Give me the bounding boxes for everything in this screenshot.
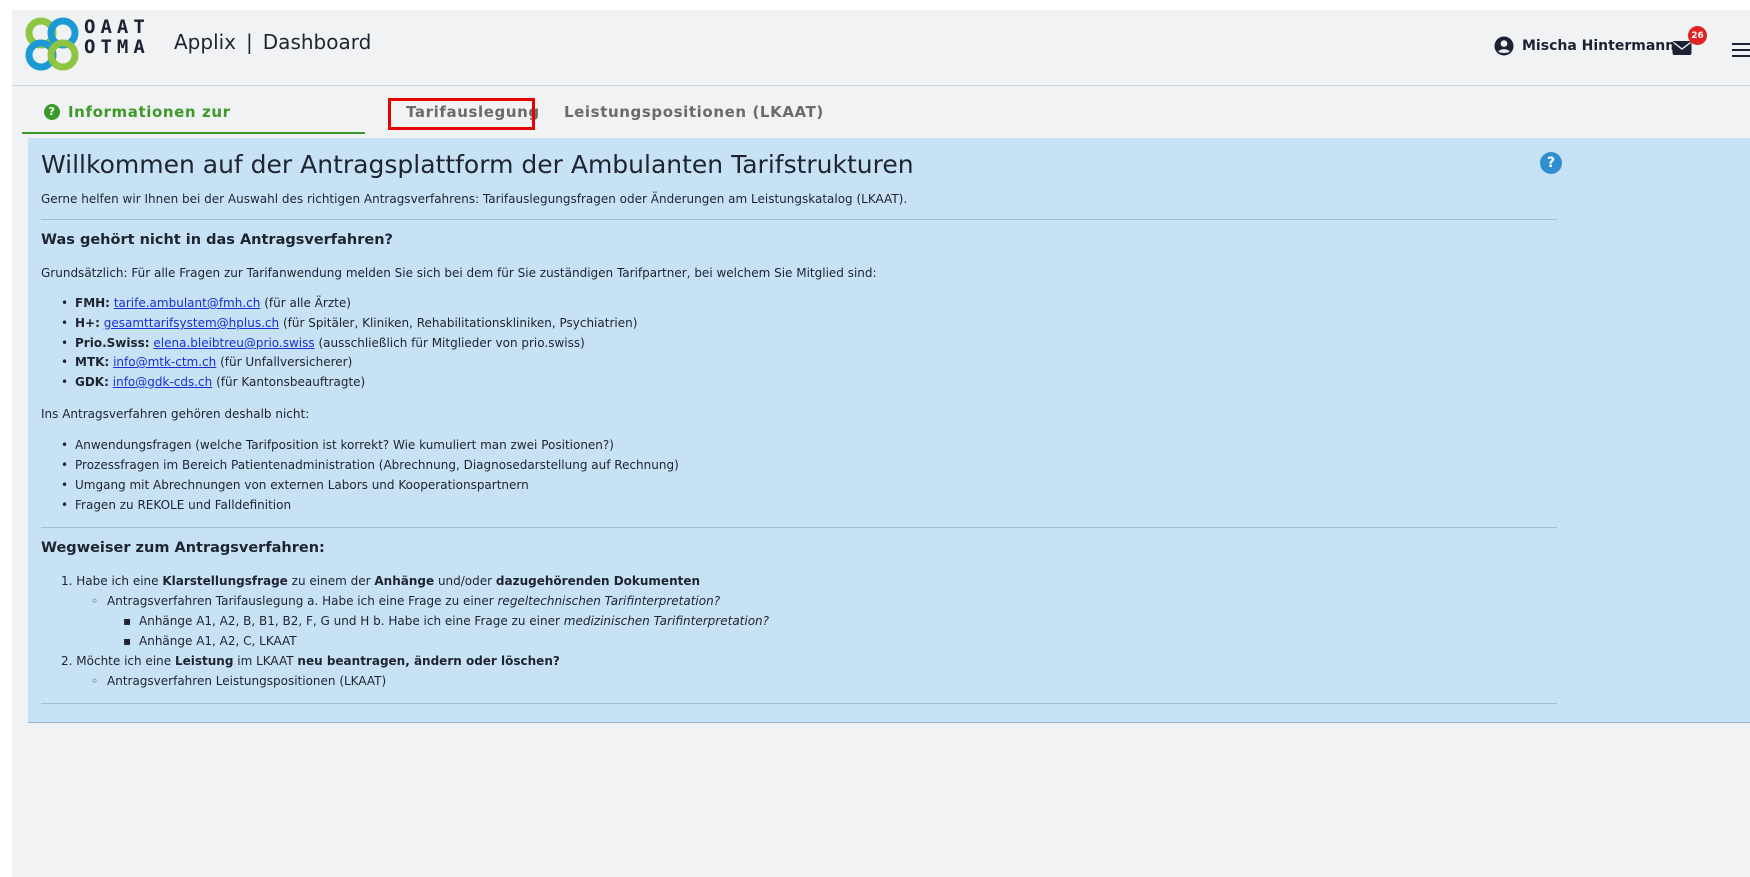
bullet: ◦ [91, 674, 99, 688]
bullet: • [61, 458, 69, 472]
bold-text: Anhänge [374, 574, 435, 588]
contact-name: Prio.Swiss: [75, 336, 150, 350]
bullet: • [61, 478, 69, 492]
user-menu[interactable]: Mischa Hintermann [1494, 36, 1675, 56]
text: und/oder [437, 574, 493, 588]
bold-text: Klarstellungsfrage [162, 574, 288, 588]
bullet: • [61, 498, 69, 512]
contact-name: FMH: [75, 296, 110, 310]
text: Antragsverfahren Tarifauslegung a. Habe … [107, 594, 494, 608]
section-heading: Was gehört nicht in das Antragsverfahren… [41, 232, 393, 248]
guide-item-2: 2. Möchte ich eine Leistung im LKAAT neu… [61, 654, 560, 668]
bullet: • [61, 355, 69, 369]
list-number: 1. [61, 574, 73, 588]
contact-note: (für Kantonsbeauftragte) [216, 375, 366, 389]
contact-email-link[interactable]: elena.bleibtreu@prio.swiss [153, 336, 314, 350]
text: Habe ich eine [76, 574, 159, 588]
not-included-intro: Ins Antragsverfahren gehören deshalb nic… [41, 407, 310, 421]
question-icon: ? [44, 103, 60, 120]
tab-label: Leistungspositionen (LKAAT) [564, 103, 824, 121]
bold-text: neu beantragen, ändern oder löschen? [297, 654, 560, 668]
mail-icon[interactable] [1672, 40, 1692, 56]
contact-name: GDK: [75, 375, 109, 389]
bold-text: dazugehörenden Dokumenten [495, 574, 701, 588]
list-item: Anwendungsfragen (welche Tarifposition i… [75, 438, 614, 452]
contact-note: (ausschließlich für Mitglieder von prio.… [318, 336, 585, 350]
mail-count-badge[interactable]: 26 [1688, 26, 1707, 45]
tab-leistungspositionen[interactable]: Leistungspositionen (LKAAT) [564, 90, 824, 134]
help-icon[interactable]: ? [1540, 152, 1562, 174]
divider [41, 527, 1557, 528]
logo-line-1: OAAT [84, 16, 150, 38]
contact-note: (für Unfallversicherer) [220, 355, 353, 369]
logo-text: OAAT OTMA [84, 17, 150, 57]
tab-informationen[interactable]: ?Informationen zur Antragsplattform [22, 90, 365, 165]
list-number: 2. [61, 654, 73, 668]
highlight-box [388, 98, 535, 130]
list-item: Prio.Swiss: elena.bleibtreu@prio.swiss (… [75, 336, 585, 350]
divider [41, 219, 1557, 220]
app-title: Applix | Dashboard [174, 30, 371, 54]
bullet: ▪ [123, 614, 132, 628]
text: Möchte ich eine [76, 654, 172, 668]
bullet: • [61, 375, 69, 389]
logo-icon[interactable] [24, 16, 80, 72]
guide-subitem: Antragsverfahren Leistungspositionen (LK… [107, 674, 387, 688]
italic-text: medizinischen Tarifinterpretation? [563, 614, 770, 628]
bullet: • [61, 296, 69, 310]
page-name: Dashboard [262, 30, 372, 54]
italic-text: regeltechnischen Tarifinterpretation? [497, 594, 721, 608]
bullet: • [61, 336, 69, 350]
list-item: Fragen zu REKOLE und Falldefinition [75, 498, 292, 512]
page-title: Willkommen auf der Antragsplattform der … [41, 150, 914, 179]
bold-text: Leistung [174, 654, 234, 668]
title-separator: | [246, 30, 253, 54]
section-text: Grundsätzlich: Für alle Fragen zur Tarif… [41, 266, 877, 280]
bullet: • [61, 316, 69, 330]
text: zu einem der [291, 574, 371, 588]
contact-email-link[interactable]: info@mtk-ctm.ch [113, 355, 216, 369]
user-icon [1494, 36, 1514, 56]
intro-text: Gerne helfen wir Ihnen bei der Auswahl d… [41, 192, 908, 206]
contact-note: (für alle Ärzte) [264, 296, 351, 310]
divider [41, 703, 1557, 704]
top-bar: OAAT OTMA Applix | Dashboard Mischa Hinter… [12, 10, 1750, 86]
list-item: FMH: tarife.ambulant@fmh.ch (für alle Är… [75, 296, 351, 310]
contact-name: MTK: [75, 355, 110, 369]
list-item: Umgang mit Abrechnungen von externen Lab… [75, 478, 529, 492]
menu-icon[interactable] [1732, 43, 1750, 57]
app-frame: OAAT OTMA Applix | Dashboard Mischa Hinter… [12, 10, 1750, 877]
list-item: MTK: info@mtk-ctm.ch (für Unfallversiche… [75, 355, 352, 369]
bullet: ▪ [123, 634, 132, 648]
contact-email-link[interactable]: info@gdk-cds.ch [113, 375, 213, 389]
guide-subsubitem: Anhänge A1, A2, B, B1, B2, F, G und H b.… [139, 614, 769, 628]
tab-bar: ?Informationen zur Antragsplattform Tari… [22, 90, 1742, 165]
list-item: Prozessfragen im Bereich Patientenadmini… [75, 458, 679, 472]
logo-line-2: OTMA [84, 36, 150, 58]
user-name: Mischa Hintermann [1522, 38, 1676, 54]
bullet: ◦ [91, 594, 99, 608]
section-heading: Wegweiser zum Antragsverfahren: [41, 540, 325, 556]
text: Anhänge A1, A2, B, B1, B2, F, G und H b.… [139, 614, 560, 628]
list-item: GDK: info@gdk-cds.ch (für Kantonsbeauftr… [75, 375, 365, 389]
guide-subsubitem: Anhänge A1, A2, C, LKAAT [139, 634, 297, 648]
contact-note: (für Spitäler, Kliniken, Rehabilitations… [282, 316, 638, 330]
guide-subitem: Antragsverfahren Tarifauslegung a. Habe … [107, 594, 720, 608]
contact-email-link[interactable]: tarife.ambulant@fmh.ch [114, 296, 261, 310]
guide-item-1: 1. Habe ich eine Klarstellungsfrage zu e… [61, 574, 700, 588]
info-panel: Willkommen auf der Antragsplattform der … [28, 138, 1750, 723]
list-item: H+: gesamttarifsystem@hplus.ch (für Spit… [75, 316, 637, 330]
text: im LKAAT [237, 654, 294, 668]
contact-email-link[interactable]: gesamttarifsystem@hplus.ch [104, 316, 279, 330]
bullet: • [61, 438, 69, 452]
contact-name: H+: [75, 316, 100, 330]
app-name[interactable]: Applix [174, 30, 236, 54]
